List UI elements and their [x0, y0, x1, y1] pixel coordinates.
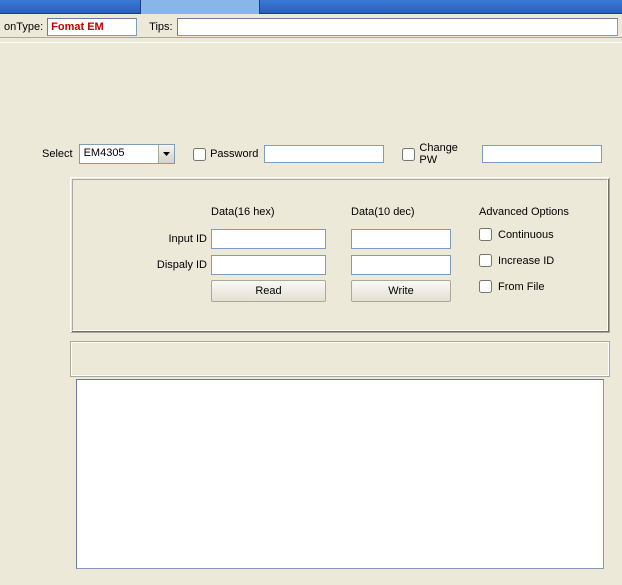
chevron-down-icon[interactable] [158, 145, 174, 163]
ontype-value: Fomat EM [47, 18, 137, 36]
continuous-check-input[interactable] [479, 228, 492, 241]
from-file-checkbox[interactable]: From File [479, 280, 544, 293]
select-label: Select [42, 148, 73, 160]
tips-label: Tips: [145, 21, 176, 33]
write-button[interactable]: Write [351, 280, 451, 302]
from-file-label: From File [498, 281, 544, 293]
from-file-check-input[interactable] [479, 280, 492, 293]
input-id-label: Input ID [127, 233, 207, 245]
increase-id-label: Increase ID [498, 255, 554, 267]
input-id-hex[interactable] [211, 229, 326, 249]
read-button[interactable]: Read [211, 280, 326, 302]
display-id-dec[interactable] [351, 255, 451, 275]
col-header-dec: Data(10 dec) [351, 206, 415, 218]
display-id-hex[interactable] [211, 255, 326, 275]
increase-id-check-input[interactable] [479, 254, 492, 267]
col-header-hex: Data(16 hex) [211, 206, 275, 218]
log-output[interactable] [76, 379, 604, 569]
col-header-adv: Advanced Options [479, 206, 569, 218]
increase-id-checkbox[interactable]: Increase ID [479, 254, 554, 267]
data-group: Data(16 hex) Data(10 dec) Advanced Optio… [70, 177, 610, 333]
changepw-check-label: Change PW [419, 142, 476, 166]
tips-value [177, 18, 618, 36]
password-input[interactable] [264, 145, 384, 163]
select-row: Select EM4305 Password Change PW [42, 143, 602, 165]
titlebar-fragment [0, 0, 622, 14]
display-id-label: Dispaly ID [127, 259, 207, 271]
changepw-check-input[interactable] [402, 148, 415, 161]
password-checkbox[interactable]: Password [193, 148, 258, 161]
ontype-label: onType: [0, 21, 47, 33]
password-check-label: Password [210, 148, 258, 160]
titlebar-gap [140, 0, 260, 14]
work-area: Select EM4305 Password Change PW Data(16… [0, 42, 622, 585]
log-frame [70, 341, 610, 377]
input-id-dec[interactable] [351, 229, 451, 249]
changepw-checkbox[interactable]: Change PW [402, 142, 476, 166]
continuous-label: Continuous [498, 229, 554, 241]
changepw-input[interactable] [482, 145, 602, 163]
select-combo-text: EM4305 [80, 145, 159, 163]
top-info-bar: onType: Fomat EM Tips: [0, 16, 622, 38]
select-combo[interactable]: EM4305 [79, 144, 176, 164]
password-check-input[interactable] [193, 148, 206, 161]
continuous-checkbox[interactable]: Continuous [479, 228, 554, 241]
